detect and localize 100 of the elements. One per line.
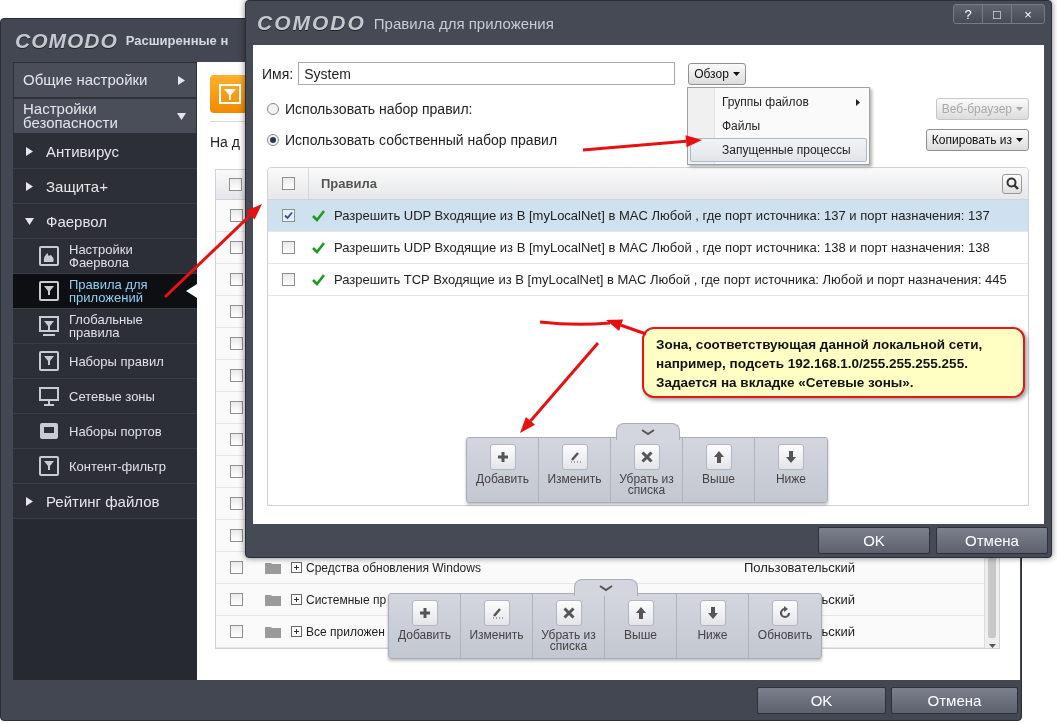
radio-option[interactable]: Использовать собственный набор правил [267,129,558,151]
checkbox[interactable] [230,209,243,222]
callout-text: Задается на вкладке «Сетевые зоны». [656,374,915,392]
expand-icon[interactable] [291,594,302,605]
rule-row[interactable]: Разрешить UDP Входящие из В [myLocalNet] в MAC Любой , где порт источника: 137 и порт назначения: 137 [268,200,1028,232]
logo: COMODO [15,28,118,53]
field-label: Имя: [262,65,294,82]
folder-icon [265,593,281,606]
funnel-icon [38,280,60,302]
funnel-icon [38,455,60,477]
toolbar-button[interactable]: Добавить [467,438,539,502]
sidebar-category[interactable]: Настройки безопасности [13,98,197,134]
checkbox[interactable] [230,561,243,574]
sidebar-item[interactable]: Настройки Фаервола [13,239,197,274]
checkbox[interactable] [230,305,243,318]
sidebar-section[interactable]: Защита+ [13,169,197,204]
menu-item[interactable]: Запущенные процессы [690,138,867,162]
toolbar-button[interactable]: Изменить [539,438,611,502]
search-button[interactable] [1002,173,1022,194]
checkbox[interactable] [230,433,243,446]
scroll-down-icon[interactable] [988,644,996,648]
caret-down-icon [177,111,186,121]
monitor-icon [38,385,60,407]
toolbar-button[interactable]: Обновить [749,594,821,658]
table-cell: Системные пр [306,592,387,607]
menu-item[interactable]: Файлы [690,114,867,138]
table-cell: ьский [821,592,855,607]
ok-button[interactable]: OK [818,527,930,554]
radio-button[interactable] [267,103,279,115]
pencil-icon [561,444,588,470]
callout-text: например, подсеть 192.168.1.0/255.255.255.255. [656,355,969,373]
dropdown-button[interactable]: Копировать из [925,129,1029,151]
checkbox[interactable] [230,529,243,542]
window-title: Расширенные н [125,33,229,48]
sidebar-section[interactable]: Антивирус [13,134,197,169]
table-cell: Средства обновления Windows [306,560,481,575]
table-cell: Пользовательский [743,560,855,575]
name-field[interactable]: System [298,62,676,85]
checkbox[interactable] [282,209,295,222]
check-icon [312,273,325,286]
checkbox[interactable] [230,401,243,414]
check-icon [312,241,325,254]
toolbar-button[interactable]: Выше [605,594,677,658]
help-button[interactable]: ? [953,4,983,24]
caret-down-icon [1016,138,1023,142]
checkbox[interactable] [230,369,243,382]
toolbar-button[interactable]: Добавить [389,594,461,658]
toolbar-button[interactable]: Убрать из списка [611,438,683,502]
sidebar-item[interactable]: Сетевые зоны [13,379,197,414]
ok-button[interactable]: OK [757,686,886,714]
caret-right-icon [177,75,186,85]
pencil-icon [483,600,510,626]
checkbox[interactable] [230,273,243,286]
toolbar-button[interactable]: Убрать из списка [533,594,605,658]
checkbox[interactable] [230,465,243,478]
checkbox[interactable] [230,241,243,254]
sidebar-category[interactable]: Общие настройки [13,62,197,98]
checkbox[interactable] [230,497,243,510]
plus-icon [411,600,438,626]
callout-text: Зона, соответствующая данной локальной сети, [656,336,984,354]
checkbox[interactable] [282,241,295,254]
toolbar-tab[interactable] [616,423,680,440]
description-text: На д [210,134,240,150]
radio-button[interactable] [267,134,279,146]
close-icon [555,600,582,626]
expand-icon[interactable] [291,562,302,573]
toolbar-button[interactable]: Ниже [677,594,749,658]
checkbox[interactable] [230,593,243,606]
logo: COMODO [257,11,366,35]
checkbox[interactable] [282,273,295,286]
checkbox[interactable] [229,178,242,191]
sidebar-item[interactable]: Правила для приложений [13,274,197,309]
checkbox[interactable] [281,177,295,190]
menu-item[interactable]: Группы файлов [690,90,867,114]
sidebar-item[interactable]: Глобальные правила [13,309,197,344]
table-cell: Все приложен [306,624,385,639]
expand-icon[interactable] [291,626,302,637]
sidebar-item[interactable]: Наборы портов [13,414,197,449]
sidebar-section[interactable]: Рейтинг файлов [13,484,197,519]
checkbox[interactable] [230,337,243,350]
toolbar-button[interactable]: Ниже [755,438,827,502]
browse-button[interactable]: Обзор [688,62,746,85]
checkbox[interactable] [230,625,243,638]
toolbar-button[interactable]: Выше [683,438,755,502]
funnel-icon [38,350,60,372]
toolbar-tab[interactable] [574,579,638,596]
flame-icon [38,245,60,267]
sidebar-item[interactable]: Контент-фильтр [13,449,197,484]
cancel-button[interactable]: Отмена [936,527,1048,554]
sidebar-section[interactable]: Фаервол [13,204,197,239]
sidebar-item[interactable]: Наборы правил [13,344,197,379]
toolbar-button[interactable]: Изменить [461,594,533,658]
maximize-button[interactable]: □ [982,4,1012,24]
close-button[interactable]: × [1011,4,1045,24]
folder-icon [265,561,281,574]
close-icon [633,444,660,470]
dialog-title: Правила для приложения [373,14,554,32]
cancel-button[interactable]: Отмена [891,686,1018,714]
caret-right-icon [25,496,34,506]
radio-option[interactable]: Использовать набор правил: [267,98,558,120]
